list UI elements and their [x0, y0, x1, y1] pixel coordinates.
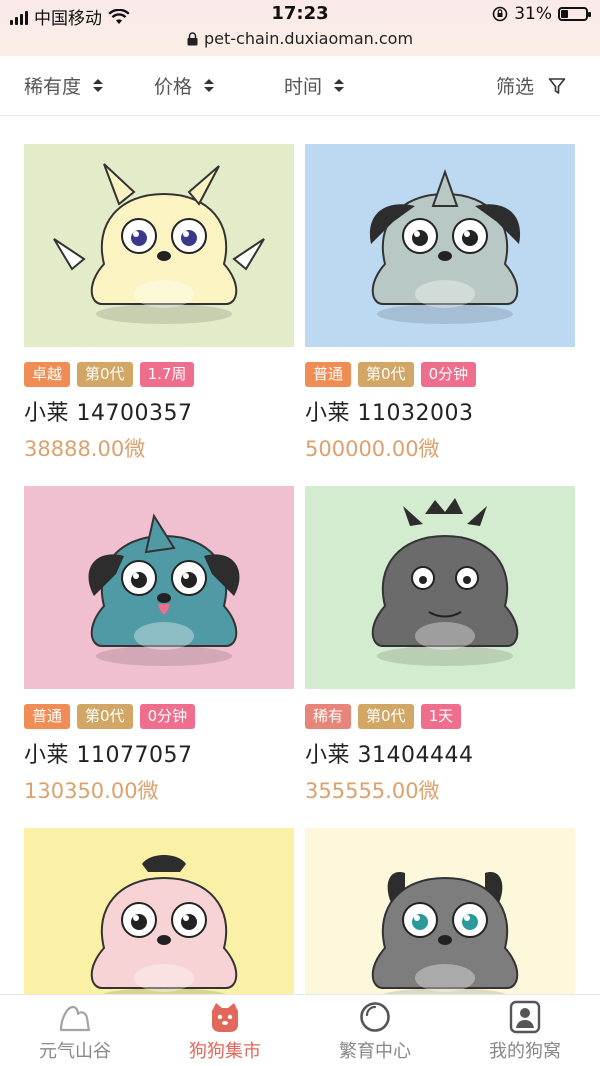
generation-tag: 第0代	[358, 704, 414, 729]
rarity-tag: 普通	[24, 704, 71, 729]
sort-rarity-label: 稀有度	[24, 76, 82, 98]
pet-price: 130350.00微	[24, 779, 159, 803]
egg-ring-icon	[360, 1002, 390, 1032]
pet-price: 355555.00微	[305, 779, 440, 803]
tab-breeding[interactable]: 繁育中心	[300, 995, 450, 1066]
pet-tags: 稀有 第0代 1天	[305, 704, 575, 729]
tab-valley-label: 元气山谷	[39, 1041, 111, 1062]
tab-my-kennel[interactable]: 我的狗窝	[450, 995, 600, 1066]
url-text: pet-chain.duxiaoman.com	[203, 29, 414, 48]
system-indicators: 31%	[492, 4, 591, 24]
sort-time-label: 时间	[284, 76, 323, 98]
cooldown-tag: 1.7周	[139, 362, 195, 387]
sort-time-button[interactable]: 时间	[284, 72, 345, 99]
tab-market-label: 狗狗集市	[189, 1041, 261, 1062]
dog-face-icon	[212, 1003, 238, 1032]
pet-name: 小莱 14700357	[24, 401, 193, 426]
sort-price-button[interactable]: 价格	[154, 72, 215, 99]
rarity-tag: 普通	[305, 362, 352, 387]
pet-card[interactable]: 普通 第0代 0分钟 小莱 11077057 130350.00微	[24, 486, 294, 805]
sort-arrows-icon	[93, 79, 104, 92]
pet-tags: 普通 第0代 0分钟	[305, 362, 575, 387]
rarity-tag: 稀有	[305, 704, 352, 729]
tab-valley[interactable]: 元气山谷	[0, 995, 150, 1066]
sort-rarity-button[interactable]: 稀有度	[24, 72, 104, 99]
tab-my-kennel-label: 我的狗窝	[489, 1041, 561, 1062]
pet-price: 500000.00微	[305, 437, 440, 461]
bottom-tab-bar: 元气山谷 狗狗集市 繁育中心 我的狗窝	[0, 994, 600, 1066]
pet-card[interactable]: 卓越 第0代 1.7周 小莱 14700357 38888.00微	[24, 144, 294, 463]
pet-tags: 卓越 第0代 1.7周	[24, 362, 294, 387]
url-bar[interactable]: pet-chain.duxiaoman.com	[0, 29, 600, 48]
pet-card[interactable]: 普通 第0代 0分钟 小莱 11032003 500000.00微	[305, 144, 575, 463]
mountain-icon	[59, 1005, 91, 1032]
pet-image[interactable]	[24, 486, 294, 689]
pet-illustration	[371, 498, 519, 666]
pet-image[interactable]	[305, 486, 575, 689]
generation-tag: 第0代	[77, 362, 133, 387]
battery-icon	[558, 7, 591, 21]
orientation-lock-icon	[492, 6, 508, 22]
cooldown-tag: 0分钟	[139, 704, 196, 729]
pet-name: 小莱 31404444	[305, 743, 474, 768]
filter-label: 筛选	[496, 76, 535, 98]
pet-card[interactable]: 稀有 第0代 1天 小莱 31404444 355555.00微	[305, 486, 575, 805]
sort-arrows-icon	[204, 79, 215, 92]
pet-name: 小莱 11077057	[24, 743, 193, 768]
pet-image[interactable]	[24, 144, 294, 347]
generation-tag: 第0代	[358, 362, 414, 387]
profile-icon	[509, 1000, 541, 1034]
filter-button[interactable]: 筛选	[496, 72, 566, 99]
funnel-icon	[548, 77, 566, 94]
lock-icon	[187, 31, 198, 45]
status-bar: 中国移动 17:23 31% pet-chain.duxiaoman.com	[0, 0, 600, 56]
battery-percent: 31%	[514, 4, 552, 24]
pet-tags: 普通 第0代 0分钟	[24, 704, 294, 729]
rarity-tag: 卓越	[24, 362, 71, 387]
tab-market[interactable]: 狗狗集市	[150, 995, 300, 1066]
pet-image[interactable]	[305, 144, 575, 347]
cooldown-tag: 0分钟	[420, 362, 477, 387]
sort-filter-bar: 稀有度 价格 时间 筛选	[0, 56, 600, 116]
pet-illustration	[88, 513, 240, 666]
pet-illustration	[53, 163, 265, 324]
pet-illustration	[369, 168, 521, 324]
sort-arrows-icon	[334, 79, 345, 92]
pet-price: 38888.00微	[24, 437, 146, 461]
generation-tag: 第0代	[77, 704, 133, 729]
cooldown-tag: 1天	[420, 704, 462, 729]
pet-name: 小莱 11032003	[305, 401, 474, 426]
sort-price-label: 价格	[154, 76, 193, 98]
tab-breeding-label: 繁育中心	[339, 1041, 411, 1062]
